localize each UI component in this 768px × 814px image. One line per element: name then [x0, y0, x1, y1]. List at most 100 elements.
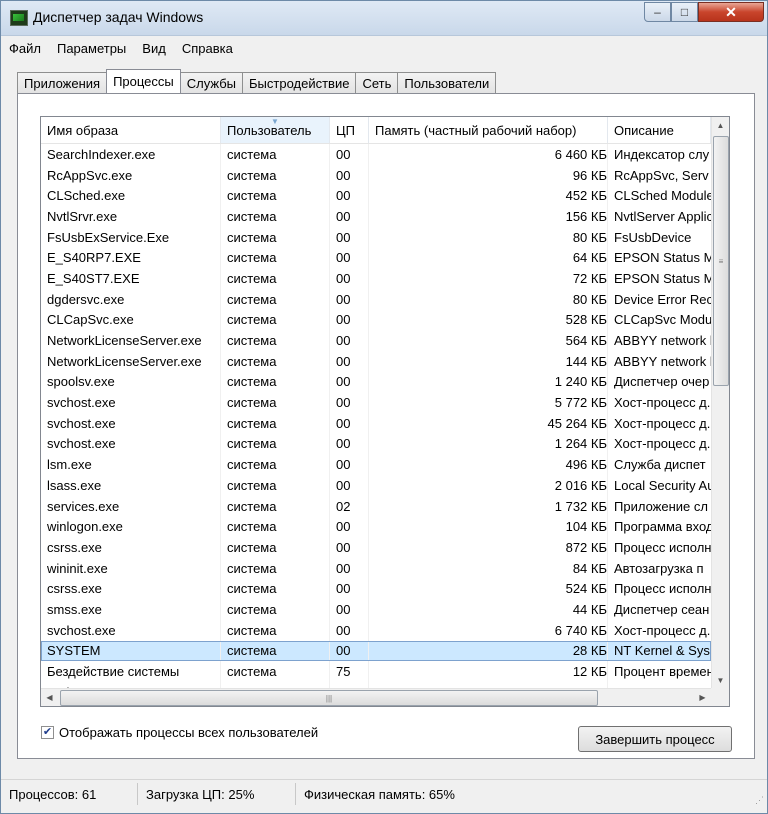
show-all-users-label: Отображать процессы всех пользователей [59, 725, 319, 740]
cell-user: система [221, 661, 330, 682]
scroll-left-icon[interactable]: ◀ [41, 689, 58, 706]
table-row[interactable]: smss.exe система 00 44 КБ Диспетчер сеан [41, 599, 711, 620]
column-header-memory[interactable]: Память (частный рабочий набор) [369, 117, 608, 143]
cell-user: система [221, 392, 330, 413]
cell-image-name: Бездействие системы [41, 661, 221, 682]
show-all-users-checkbox[interactable]: ✔ [41, 726, 54, 739]
table-row[interactable]: wininit.exe система 00 84 КБ Автозагрузка п [41, 557, 711, 579]
cell-image-name: CLCapSvc.exe [41, 309, 221, 331]
scroll-up-icon[interactable]: ▲ [712, 117, 729, 134]
cell-user: система [221, 371, 330, 393]
end-process-button[interactable]: Завершить процесс [578, 726, 732, 752]
table-row[interactable]: RcAppSvc.exe система 00 96 КБ RcAppSvc, Serv [41, 164, 711, 186]
column-header-image-name[interactable]: Имя образа [41, 117, 221, 143]
table-row[interactable]: lsass.exe система 00 2 016 КБ Local Security… [41, 475, 711, 496]
cell-image-name: E_S40ST7.EXE [41, 268, 221, 289]
table-row[interactable]: svchost.exe система 00 6 740 КБ Хост-процесс… [41, 619, 711, 641]
column-header-user[interactable]: ▼ Пользователь [221, 117, 330, 143]
cell-user: система [221, 599, 330, 620]
table-row[interactable]: Бездействие системы система 75 12 КБ Процент… [41, 661, 711, 682]
cell-user: система [221, 412, 330, 434]
table-row[interactable]: NvtlSrvr.exe система 00 156 КБ NvtlServer Ap… [41, 206, 711, 227]
column-header-user-label: Пользователь [227, 122, 312, 138]
table-row[interactable]: FsUsbExService.Exe система 00 80 КБ FsUsbDev… [41, 226, 711, 248]
cell-description: Служба диспет [614, 457, 706, 473]
cell-description: Device Error Rec [614, 291, 711, 307]
table-row[interactable]: svchost.exe система 00 1 264 КБ Хост-процесс… [41, 433, 711, 455]
cell-description: Диспетчер сеан [614, 601, 710, 617]
tab-applications[interactable]: Приложения [17, 72, 108, 93]
process-list[interactable]: Имя образа ▼ Пользователь ЦП Память (час… [40, 116, 730, 707]
menu-options[interactable]: Параметры [49, 41, 134, 56]
table-row[interactable]: SearchIndexer.exe система 00 6 460 КБ Индекс… [41, 144, 711, 165]
table-row[interactable]: csrss.exe система 00 524 КБ Процесс исполн [41, 578, 711, 600]
table-row[interactable]: E_S40RP7.EXE система 00 64 КБ EPSON Status M [41, 247, 711, 269]
table-row[interactable]: spoolsv.exe система 00 1 240 КБ Диспетчер оч… [41, 371, 711, 393]
cell-description: Хост-процесс д. [614, 395, 711, 411]
cell-user: система [221, 619, 330, 641]
column-header-description[interactable]: Описание [608, 117, 711, 143]
cell-user: система [221, 475, 330, 496]
horizontal-scroll-thumb[interactable]: ||| [60, 690, 598, 706]
table-row[interactable]: E_S40ST7.EXE система 00 72 КБ EPSON Status M [41, 268, 711, 289]
cell-image-name: csrss.exe [41, 537, 221, 558]
cell-memory: 156 КБ [369, 206, 608, 227]
table-row[interactable]: SYSTEM система 00 28 КБ NT Kernel & Syst [41, 640, 711, 662]
menu-file[interactable]: Файл [1, 41, 49, 56]
cell-description: Программа вход [614, 519, 711, 535]
table-row[interactable]: CLSched.exe система 00 452 КБ CLSched Module [41, 185, 711, 207]
cell-user: система [221, 433, 330, 455]
menu-view[interactable]: Вид [134, 41, 174, 56]
table-row[interactable]: lsm.exe система 00 496 КБ Служба диспет [41, 454, 711, 475]
cell-memory: 872 КБ [369, 537, 608, 558]
cell-image-name: lsm.exe [41, 454, 221, 475]
cell-description: Диспетчер очер [614, 374, 710, 390]
cell-description: RcAppSvc, Serv [614, 167, 709, 183]
menu-help[interactable]: Справка [174, 41, 241, 56]
table-row[interactable]: dgdersvc.exe система 00 80 КБ Device Error R… [41, 288, 711, 310]
cell-user: система [221, 330, 330, 351]
table-row[interactable]: csrss.exe система 00 872 КБ Процесс исполн [41, 537, 711, 558]
table-row[interactable]: services.exe система 02 1 732 КБ Приложение … [41, 495, 711, 517]
column-header-cpu[interactable]: ЦП [330, 117, 369, 143]
cell-memory: 80 КБ [369, 226, 608, 248]
tab-users[interactable]: Пользователи [397, 72, 497, 93]
cell-user: система [221, 288, 330, 310]
cell-cpu: 00 [330, 350, 369, 372]
cell-memory: 45 264 КБ [369, 412, 608, 434]
scroll-right-icon[interactable]: ▶ [694, 689, 711, 706]
table-row[interactable]: winlogon.exe система 00 104 КБ Программа вхо… [41, 516, 711, 538]
scroll-down-icon[interactable]: ▼ [712, 672, 729, 689]
show-all-users-option[interactable]: ✔ Отображать процессы всех пользователей [41, 725, 318, 740]
cell-image-name: RcAppSvc.exe [41, 164, 221, 186]
minimize-button[interactable]: – [644, 2, 671, 22]
cell-cpu: 00 [330, 454, 369, 475]
tab-performance[interactable]: Быстродействие [242, 72, 357, 93]
title-bar[interactable]: Диспетчер задач Windows – □ ✕ [1, 1, 767, 36]
status-cpu-usage: Загрузка ЦП: 25% [138, 783, 296, 805]
resize-grip-icon[interactable]: ⋰ [755, 795, 764, 806]
cell-image-name: NvtlSrvr.exe [41, 206, 221, 227]
cell-image-name: dgdersvc.exe [41, 288, 221, 310]
cell-description: Local Security Au [614, 477, 711, 493]
cell-cpu: 00 [330, 330, 369, 351]
vertical-scrollbar[interactable]: ▲ ≡ ▼ [711, 117, 729, 689]
maximize-button[interactable]: □ [671, 2, 698, 22]
table-row[interactable]: svchost.exe система 00 5 772 КБ Хост-процесс… [41, 392, 711, 413]
close-button[interactable]: ✕ [698, 2, 764, 22]
cell-cpu: 00 [330, 247, 369, 269]
table-row[interactable]: NetworkLicenseServer.exe система 00 144 КБ A… [41, 350, 711, 372]
vertical-scroll-thumb[interactable]: ≡ [713, 136, 729, 386]
cell-memory: 496 КБ [369, 454, 608, 475]
table-row[interactable]: svchost.exe система 00 45 264 КБ Хост-процес… [41, 412, 711, 434]
table-row[interactable]: CLCapSvc.exe система 00 528 КБ CLCapSvc Modu… [41, 309, 711, 331]
cell-user: система [221, 164, 330, 186]
tab-services[interactable]: Службы [179, 72, 244, 93]
tab-processes[interactable]: Процессы [106, 69, 181, 93]
cell-image-name: spoolsv.exe [41, 371, 221, 393]
cell-description: CLCapSvc Modul [614, 312, 711, 328]
tab-networking[interactable]: Сеть [355, 72, 399, 93]
table-row[interactable]: NetworkLicenseServer.exe система 00 564 КБ A… [41, 330, 711, 351]
list-header: Имя образа ▼ Пользователь ЦП Память (час… [41, 117, 711, 144]
horizontal-scrollbar[interactable]: ◀ ||| ▶ [41, 688, 711, 706]
